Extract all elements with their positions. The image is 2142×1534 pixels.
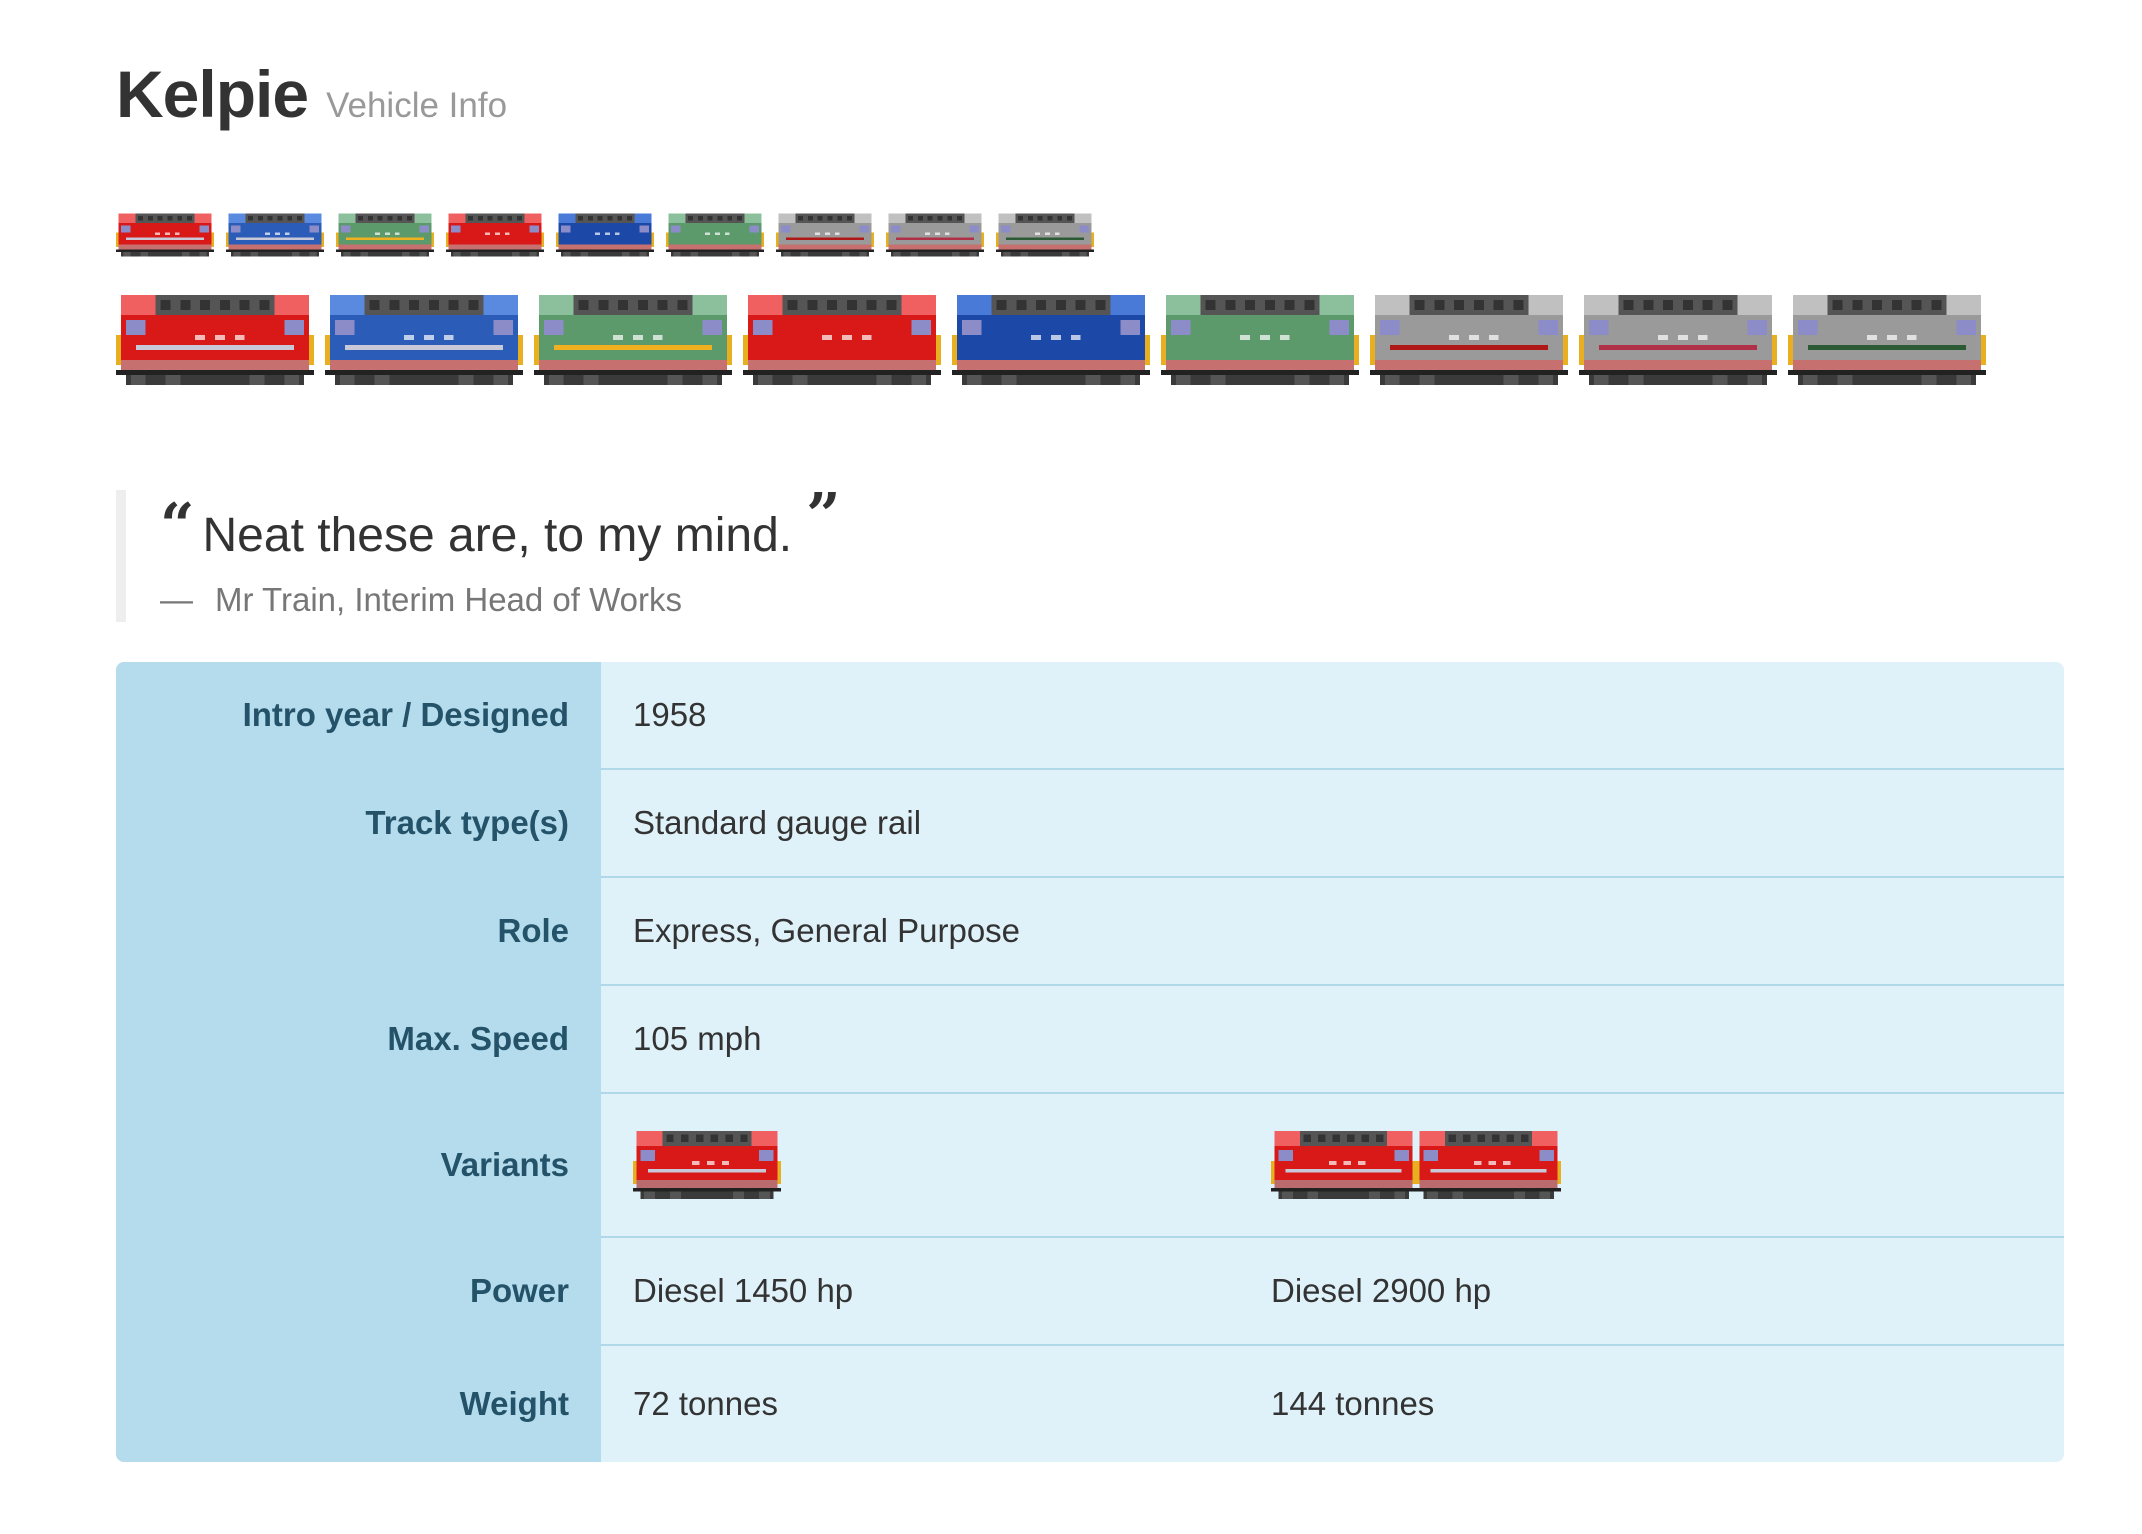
variant-double-cell [1239,1094,2064,1236]
livery-sprites-large [116,290,1986,390]
large-locomotive-sprite-8 [1579,290,1777,390]
small-locomotive-sprite-1 [116,211,214,259]
table-row-intro-year: Intro year / Designed 1958 [116,662,2064,768]
variant-double-locomotive-sprite-1 [1271,1127,1416,1203]
variant-single-locomotive [633,1127,781,1203]
table-row-weight: Weight 72 tonnes 144 tonnes [116,1346,2064,1462]
row-label-variants: Variants [440,1146,569,1183]
row-label-weight: Weight [459,1385,569,1422]
vehicle-info-page: Kelpie Vehicle Info “ Neat these are, to… [0,0,2142,1534]
blockquote: “ Neat these are, to my mind. ” — Mr Trai… [116,486,841,622]
row-value-track-type: Standard gauge rail [633,804,922,841]
row-value-role: Express, General Purpose [633,912,1021,949]
table-row-track-type: Track type(s) Standard gauge rail [116,770,2064,876]
variant-single-locomotive-sprite-1 [633,1127,781,1203]
quote-text: Neat these are, to my mind. [202,509,793,562]
page-title: Kelpie [116,57,309,131]
large-locomotive-sprite-4 [743,290,941,390]
row-label-power: Power [469,1272,569,1309]
large-locomotive-sprite-3 [534,290,732,390]
variant-double-locomotive [1271,1127,1561,1203]
small-locomotive-sprite-8 [886,211,984,259]
large-locomotive-sprite-5 [952,290,1150,390]
small-locomotive-sprite-6 [666,211,764,259]
citation-text: Mr Train, Interim Head of Works [215,581,683,618]
row-value-weight-single: 72 tonnes [633,1385,778,1422]
row-label-max-speed: Max. Speed [387,1020,569,1057]
small-locomotive-sprite-9 [996,211,1094,259]
table-row-max-speed: Max. Speed 105 mph [116,986,2064,1092]
large-locomotive-sprite-6 [1161,290,1359,390]
livery-sprites-small [116,211,1094,259]
table-row-power: Power Diesel 1450 hp Diesel 2900 hp [116,1238,2064,1344]
row-label-intro-year: Intro year / Designed [242,696,569,733]
page-header: Kelpie Vehicle Info [116,56,507,132]
small-locomotive-sprite-2 [226,211,324,259]
large-locomotive-sprite-7 [1370,290,1568,390]
row-value-max-speed: 105 mph [633,1020,762,1057]
small-locomotive-sprite-4 [446,211,544,259]
row-label-role: Role [497,912,569,949]
small-locomotive-sprite-3 [336,211,434,259]
row-value-intro-year: 1958 [633,696,707,733]
large-locomotive-sprite-9 [1788,290,1986,390]
row-label-track-type: Track type(s) [365,804,569,841]
large-locomotive-sprite-1 [116,290,314,390]
row-value-power-double: Diesel 2900 hp [1271,1272,1492,1309]
quote-citation: — Mr Train, Interim Head of Works [160,581,841,619]
row-value-power-single: Diesel 1450 hp [633,1272,854,1309]
close-quote-mark: ” [806,481,841,551]
open-quote-mark: “ [160,491,195,561]
table-row-variants: Variants [116,1094,2064,1236]
variant-double-locomotive-sprite-2 [1416,1127,1561,1203]
page-subtitle: Vehicle Info [326,86,508,125]
large-locomotive-sprite-2 [325,290,523,390]
vehicle-info-table: Intro year / Designed 1958 Track type(s)… [116,662,2064,1462]
table-row-role: Role Express, General Purpose [116,878,2064,984]
small-locomotive-sprite-5 [556,211,654,259]
variant-single-cell [601,1094,1239,1236]
small-locomotive-sprite-7 [776,211,874,259]
citation-dash: — [160,581,193,618]
row-value-weight-double: 144 tonnes [1271,1385,1435,1422]
